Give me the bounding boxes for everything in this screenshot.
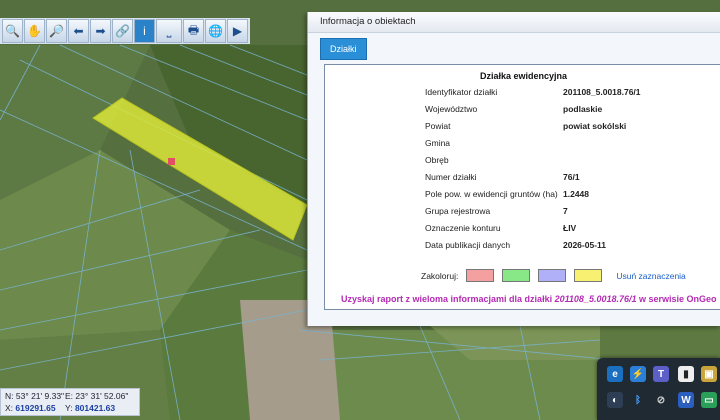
color-swatch[interactable] [538,269,567,282]
attribute-label: Grupa rejestrowa [425,206,491,216]
word-icon[interactable]: W [678,392,694,408]
attribute-label: Obręb [425,155,449,165]
forward-arrow-icon[interactable]: ➡ [90,19,111,43]
zoom-out-icon[interactable]: 🔍 [2,19,23,43]
steam-icon[interactable]: ◐ [607,392,623,408]
system-tray-flyout: e ⚡ T ▮ ▣ ◐ ᛒ ⊘ W ▭ [597,358,720,420]
attribute-value: podlaskie [563,104,603,114]
tab-dzialki[interactable]: Działki [320,38,367,60]
panel-title: Informacja o obiektach [308,12,720,33]
attribute-label: Gmina [425,138,451,148]
app-icon[interactable]: ▮ [678,366,694,382]
attribute-value: 201108_5.0018.76/1 [563,87,641,97]
x-coordinate: X: 619291.65 [5,403,56,413]
lightning-icon[interactable]: ⚡ [630,366,646,382]
parcel-details: Działka ewidencyjna Identyfikator działk… [324,64,720,310]
attribute-value: powiat sokólski [563,121,627,131]
globe-icon[interactable]: 🌐 [205,19,226,43]
zoom-in-icon[interactable]: 🔎 [46,19,67,43]
attribute-label: Oznaczenie konturu [425,223,501,233]
attribute-row: Obręb [425,155,641,172]
attribute-label: Pole pow. w ewidencji gruntów (ha) [425,189,558,199]
latitude-text: N: 53° 21' 9.33" [5,391,65,401]
report-link[interactable]: Uzyskaj raport z wieloma informacjami dl… [341,294,717,304]
attribute-row: Identyfikator działki 201108_5.0018.76/1 [425,87,641,104]
attribute-value: ŁIV [563,223,577,233]
longitude-text: E: 23° 31' 52.06" [65,391,129,401]
print-icon[interactable]: 🖶 [183,19,204,43]
parcel-heading: Działka ewidencyjna [479,71,568,81]
attribute-row: Numer działki 76/1 [425,172,641,189]
object-info-panel: Informacja o obiektach Działki Działka e… [307,12,720,326]
attribute-row: Województwo podlaskie [425,104,641,121]
parcel-attributes-table: Identyfikator działki 201108_5.0018.76/1 W… [425,87,641,257]
attribute-row: Powiat powiat sokólski [425,121,641,138]
color-picker-row: Zakoloruj: Usuń zaznaczenia [421,269,686,282]
measure-ruler-icon[interactable]: ⎵ [156,19,182,43]
attribute-value: 2026-05-11 [563,240,607,250]
attribute-label: Powiat [425,121,451,131]
attribute-label: Numer działki [425,172,477,182]
attribute-label: Województwo [425,104,478,114]
color-swatch[interactable] [502,269,531,282]
color-swatch[interactable] [574,269,603,282]
edge-icon[interactable]: e [607,366,623,382]
attribute-row: Gmina [425,138,641,155]
report-parcel-id: 201108_5.0018.76/1 [554,294,637,304]
info-icon[interactable]: i [134,19,155,43]
coordinates-readout: N: 53° 21' 9.33" E: 23° 31' 52.06" X: 61… [0,388,140,416]
teams-icon[interactable]: T [653,366,669,382]
attribute-row: Pole pow. w ewidencji gruntów (ha) 1.2448 [425,189,641,206]
attribute-value: 76/1 [563,172,580,182]
map-toolbar: 🔍 ✋ 🔎 ⬅ ➡ 🔗 i ⎵ 🖶 🌐 ▶ [0,18,250,44]
attribute-value: 7 [563,206,568,216]
link-icon[interactable]: 🔗 [112,19,133,43]
y-coordinate: Y: 801421.63 [65,403,116,413]
back-arrow-icon[interactable]: ⬅ [68,19,89,43]
panel-tabs: Działki [320,38,367,60]
chat-icon[interactable]: ▭ [701,392,717,408]
hidden-eye-icon[interactable]: ⊘ [653,392,669,408]
attribute-label: Identyfikator działki [425,87,498,97]
pan-hand-icon[interactable]: ✋ [24,19,45,43]
video-camera-icon[interactable]: ▶ [227,19,248,43]
clear-selection-link[interactable]: Usuń zaznaczenia [616,271,685,281]
attribute-value: 1.2448 [563,189,589,199]
folder-icon[interactable]: ▣ [701,366,717,382]
color-label: Zakoloruj: [421,270,459,281]
attribute-row: Data publikacji danych 2026-05-11 [425,240,641,257]
attribute-row: Grupa rejestrowa 7 [425,206,641,223]
attribute-row: Oznaczenie konturu ŁIV [425,223,641,240]
bluetooth-icon[interactable]: ᛒ [630,392,646,408]
attribute-label: Data publikacji danych [425,240,511,250]
color-swatch[interactable] [466,269,495,282]
